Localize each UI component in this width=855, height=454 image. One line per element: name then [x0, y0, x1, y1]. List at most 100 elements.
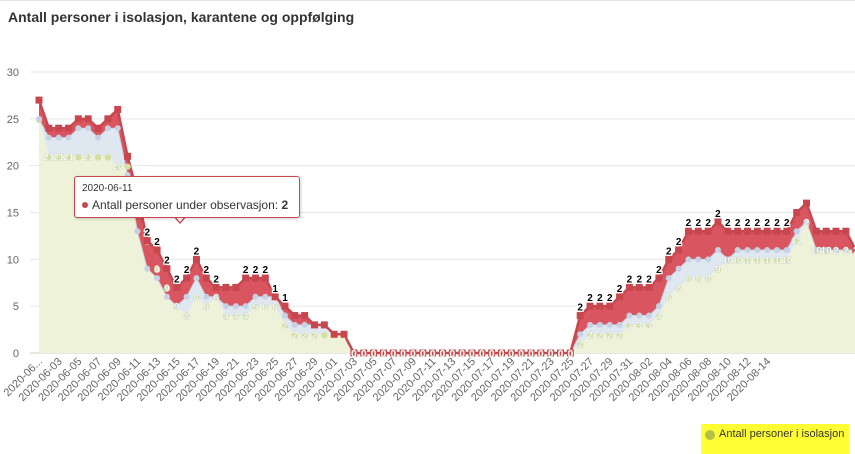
observation-marker	[104, 115, 111, 122]
observation-data-label: 2	[154, 237, 160, 248]
isolation-data-label: 2	[577, 340, 583, 351]
observation-data-label: 1	[282, 293, 288, 304]
isolation-marker	[321, 332, 327, 338]
observation-data-label: 2	[263, 265, 269, 276]
quarantine-marker	[292, 322, 298, 328]
quarantine-marker	[646, 313, 652, 319]
observation-data-label: 2	[695, 218, 701, 229]
quarantine-marker	[85, 125, 91, 131]
quarantine-marker	[666, 275, 672, 281]
y-tick-label: 15	[7, 208, 19, 220]
isolation-data-label: 12	[791, 237, 803, 248]
observation-marker	[85, 115, 92, 122]
observation-data-label: 2	[144, 228, 150, 239]
observation-data-label: 2	[735, 218, 741, 229]
isolation-data-label: 0	[440, 349, 446, 360]
legend-dot[interactable]	[705, 430, 715, 440]
chart-areas	[39, 100, 855, 353]
observation-data-label: 2	[755, 218, 761, 229]
isolation-data-label: 4	[233, 312, 239, 323]
observation-data-label: 2	[656, 265, 662, 276]
isolation-data-label: 3	[636, 321, 642, 332]
observation-marker	[232, 284, 239, 291]
y-tick-label: 30	[7, 67, 19, 79]
isolation-marker	[95, 154, 101, 160]
chart-tooltip: 2020-06-11 Antall personer under observa…	[74, 176, 300, 218]
observation-marker	[95, 125, 102, 132]
isolation-data-label: 0	[381, 349, 387, 360]
quarantine-marker	[587, 322, 593, 328]
quarantine-marker	[252, 294, 258, 300]
quarantine-marker	[243, 303, 249, 309]
isolation-data-label: 10	[821, 246, 833, 257]
isolation-data-label: 9	[164, 283, 170, 294]
isolation-data-label: 8	[184, 312, 190, 323]
observation-data-label: 2	[243, 265, 249, 276]
isolation-data-label: 6	[203, 302, 209, 313]
observation-marker	[36, 97, 43, 104]
quarantine-marker	[46, 135, 52, 141]
quarantine-marker	[193, 275, 199, 281]
isolation-data-label: 1	[774, 255, 780, 266]
quarantine-marker	[233, 303, 239, 309]
y-tick-label: 20	[7, 161, 19, 173]
quarantine-marker	[794, 228, 800, 234]
isolation-data-label: 1	[755, 255, 761, 266]
quarantine-marker	[577, 331, 583, 337]
observation-data-label: 2	[174, 274, 180, 285]
isolation-data-label: 6	[213, 293, 219, 304]
y-tick-label: 0	[13, 348, 19, 360]
isolation-data-label: 2	[843, 246, 849, 257]
observation-marker	[833, 228, 840, 235]
isolation-data-label: 10	[732, 255, 744, 266]
quarantine-marker	[764, 247, 770, 253]
observation-data-label: 2	[784, 218, 790, 229]
isolation-data-label: 2	[302, 330, 308, 341]
y-axis-ticks: 051015202530	[7, 67, 19, 360]
y-tick-label: 25	[7, 114, 19, 126]
y-tick-label: 10	[7, 254, 19, 266]
observation-marker	[311, 321, 318, 328]
isolation-data-label: 9	[154, 265, 160, 276]
quarantine-marker	[134, 228, 140, 234]
observation-data-label: 2	[745, 218, 751, 229]
isolation-data-label: 8	[695, 274, 701, 285]
isolation-data-label: 5	[253, 302, 259, 313]
quarantine-marker	[223, 303, 229, 309]
observation-data-label: 2	[253, 265, 259, 276]
isolation-data-label: 0	[361, 349, 367, 360]
observation-marker	[813, 228, 820, 235]
quarantine-marker	[715, 247, 721, 253]
observation-data-label: 2	[705, 218, 711, 229]
isolation-data-label: 9	[174, 302, 180, 313]
isolation-data-label: 2	[292, 330, 298, 341]
observation-data-label: 2	[725, 218, 731, 229]
isolation-data-label: 6	[272, 302, 278, 313]
quarantine-marker	[784, 247, 790, 253]
isolation-data-label: 9	[715, 265, 721, 276]
tooltip-date: 2020-06-11	[82, 183, 132, 194]
isolation-data-label: 1	[745, 255, 751, 266]
observation-marker	[321, 321, 328, 328]
legend-item-isolasjon[interactable]: Antall personer i isolasjon	[719, 428, 844, 440]
quarantine-marker	[164, 294, 170, 300]
isolation-data-label: 4	[223, 312, 229, 323]
isolation-data-label: 0	[479, 349, 485, 360]
observation-marker	[301, 312, 308, 319]
isolation-data-label: 0	[558, 349, 564, 360]
isolation-data-label: 1	[764, 255, 770, 266]
isolation-marker	[105, 154, 111, 160]
observation-data-label: 2	[774, 218, 780, 229]
observation-marker	[45, 125, 52, 132]
isolation-data-label: 0	[400, 349, 406, 360]
observation-data-label: 2	[764, 218, 770, 229]
quarantine-marker	[302, 322, 308, 328]
observation-data-label: 1	[272, 284, 278, 295]
isolation-data-label: 2	[617, 330, 623, 341]
quarantine-marker	[676, 266, 682, 272]
quarantine-marker	[626, 313, 632, 319]
isolation-data-label: 21	[63, 152, 75, 163]
isolation-data-label: 2	[833, 246, 839, 257]
observation-marker	[803, 200, 810, 207]
observation-marker	[65, 125, 72, 132]
